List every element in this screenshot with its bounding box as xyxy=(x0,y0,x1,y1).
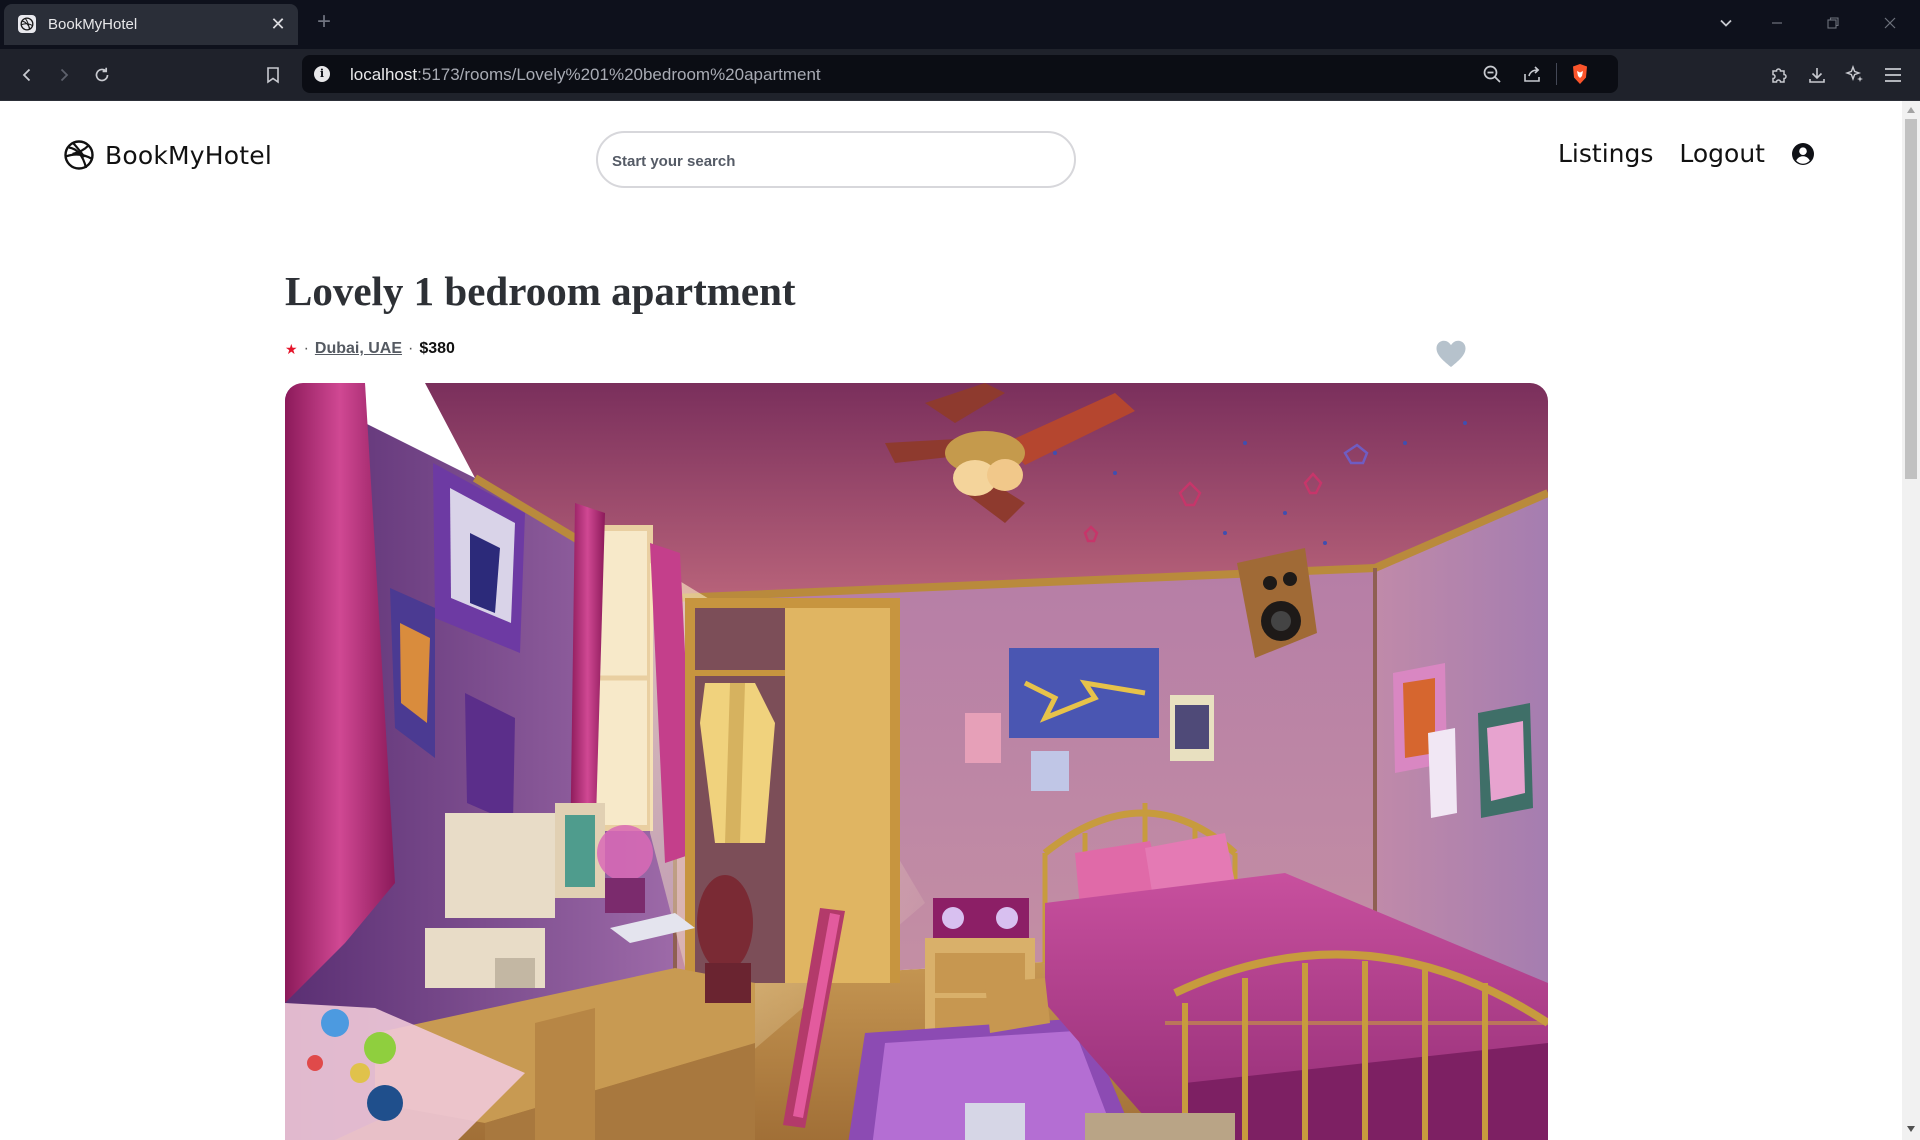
extensions-icon[interactable] xyxy=(1766,62,1792,88)
meta-separator: · xyxy=(303,340,309,357)
favorite-heart-icon[interactable] xyxy=(1435,339,1467,369)
reload-icon[interactable] xyxy=(89,62,115,88)
browser-tab-bar: BookMyHotel ✕ + xyxy=(0,0,1920,49)
site-info-icon[interactable]: i xyxy=(314,66,330,82)
bedroom-image xyxy=(285,383,1548,1140)
search-bar[interactable] xyxy=(596,131,1076,188)
user-profile-icon[interactable] xyxy=(1791,142,1815,166)
scroll-up-arrow-icon[interactable] xyxy=(1907,107,1915,113)
back-icon[interactable] xyxy=(14,62,40,88)
url-text[interactable]: localhost:5173/rooms/Lovely%201%20bedroo… xyxy=(350,65,821,85)
listing-photo[interactable] xyxy=(285,383,1548,1140)
listing-title: Lovely 1 bedroom apartment xyxy=(285,268,796,314)
search-input[interactable] xyxy=(612,149,1052,173)
url-host: localhost xyxy=(350,65,418,84)
meta-separator: · xyxy=(408,340,414,357)
page-scrollbar[interactable] xyxy=(1902,101,1920,1140)
listing-price: $380 xyxy=(419,340,455,357)
menu-icon[interactable] xyxy=(1880,62,1906,88)
tab-close-icon[interactable]: ✕ xyxy=(268,14,288,34)
browser-toolbar: i localhost:5173/rooms/Lovely%201%20bedr… xyxy=(0,49,1920,101)
bookmark-icon[interactable] xyxy=(260,62,286,88)
zoom-icon[interactable] xyxy=(1480,63,1504,85)
scroll-down-arrow-icon[interactable] xyxy=(1907,1126,1915,1132)
listing-meta: ★ · Dubai, UAE · $380 xyxy=(285,340,455,358)
page-content: BookMyHotel Listings Logout Lovely 1 bed… xyxy=(0,101,1902,1140)
rating-star-icon: ★ xyxy=(285,340,298,357)
site-logo[interactable]: BookMyHotel xyxy=(63,139,272,171)
brave-shield-icon[interactable] xyxy=(1568,63,1592,85)
listing-location-link[interactable]: Dubai, UAE xyxy=(315,340,402,358)
scrollbar-thumb[interactable] xyxy=(1905,119,1917,479)
toolbar-divider xyxy=(1556,63,1557,85)
url-path: :5173/rooms/Lovely%201%20bedroom%20apart… xyxy=(417,65,821,84)
tab-title: BookMyHotel xyxy=(48,16,138,33)
download-icon[interactable] xyxy=(1804,62,1830,88)
browser-tab[interactable]: BookMyHotel ✕ xyxy=(4,4,298,45)
address-bar[interactable]: i localhost:5173/rooms/Lovely%201%20bedr… xyxy=(302,55,1618,93)
new-tab-button[interactable]: + xyxy=(312,10,336,34)
logo-text: BookMyHotel xyxy=(105,140,273,170)
leo-ai-icon[interactable] xyxy=(1842,62,1868,88)
restore-icon[interactable] xyxy=(1821,12,1845,36)
dribbble-ball-icon xyxy=(64,140,94,170)
top-nav: Listings Logout xyxy=(1558,139,1815,168)
share-icon[interactable] xyxy=(1520,63,1544,85)
tab-list-chevron-icon[interactable] xyxy=(1714,12,1738,36)
site-favicon-icon xyxy=(18,15,36,33)
minimize-icon[interactable] xyxy=(1765,12,1789,36)
close-window-icon[interactable] xyxy=(1878,12,1902,36)
forward-icon[interactable] xyxy=(51,62,77,88)
nav-listings-link[interactable]: Listings xyxy=(1558,139,1653,168)
nav-logout-link[interactable]: Logout xyxy=(1679,139,1765,168)
